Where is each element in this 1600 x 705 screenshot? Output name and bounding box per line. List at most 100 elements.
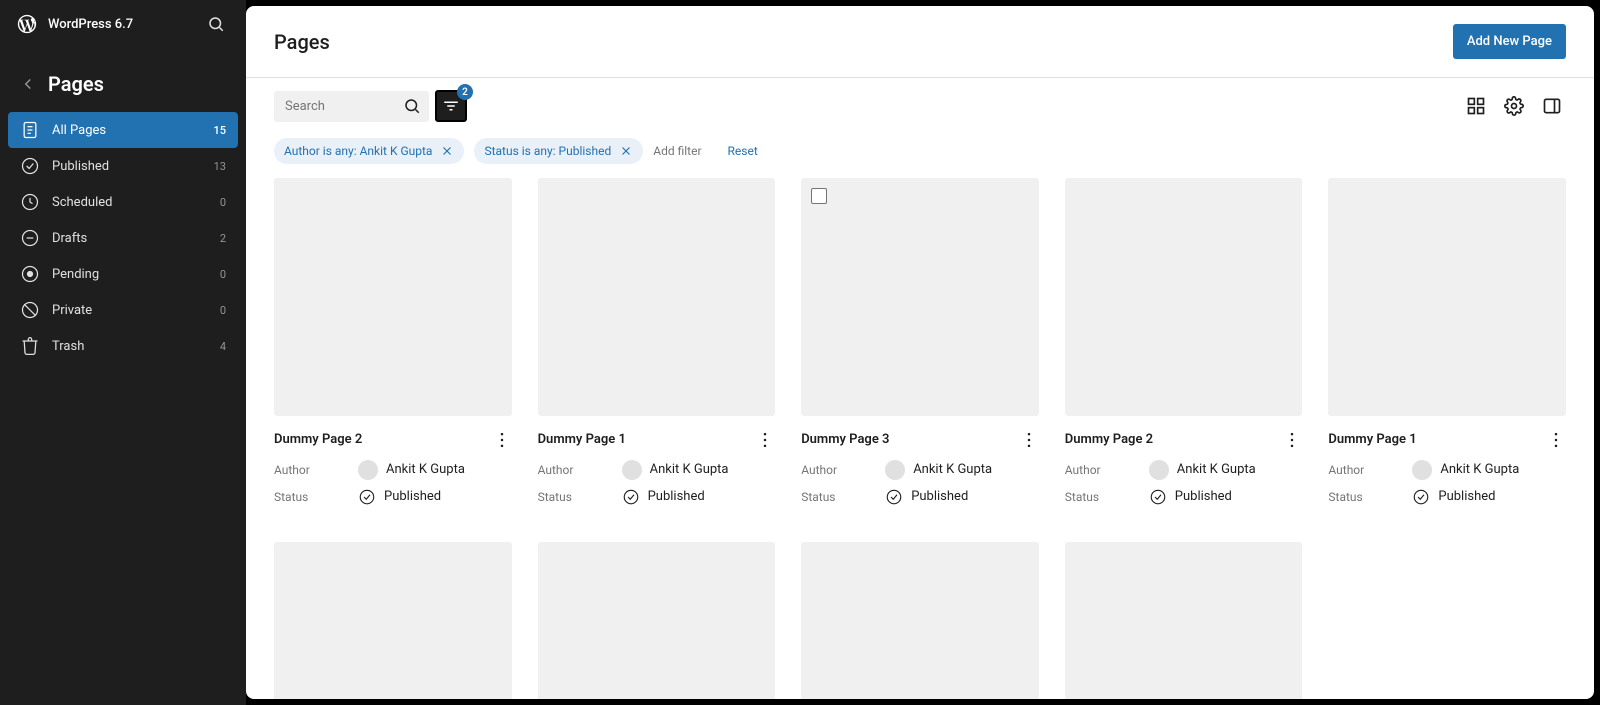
empty-cell [1328, 542, 1566, 699]
status-value: Published [358, 488, 441, 506]
card-meta: Author Ankit K Gupta Status Published [801, 460, 1039, 506]
author-label: Author [801, 463, 881, 477]
author-label: Author [1328, 463, 1408, 477]
page-card[interactable]: Dummy Page 1 Author Ankit K Gupta Status… [1328, 178, 1566, 506]
card-thumbnail[interactable] [1328, 178, 1566, 416]
add-new-page-button[interactable]: Add New Page [1453, 24, 1566, 59]
status-row: Status Published [801, 488, 1039, 506]
sidebar-item-count: 2 [220, 232, 226, 245]
card-title[interactable]: Dummy Page 2 [1065, 432, 1153, 447]
card-title-row: Dummy Page 3 [801, 430, 1039, 450]
card-checkbox[interactable] [811, 188, 827, 204]
card-title-row: Dummy Page 2 [274, 430, 512, 450]
card-meta: Author Ankit K Gupta Status Published [1065, 460, 1303, 506]
page-card[interactable] [801, 542, 1039, 699]
check-circle-icon [358, 488, 376, 506]
card-title[interactable]: Dummy Page 2 [274, 432, 362, 447]
page-card[interactable] [274, 542, 512, 699]
search-icon [403, 97, 421, 115]
page-card[interactable]: Dummy Page 1 Author Ankit K Gupta Status… [538, 178, 776, 506]
status-text: Published [1438, 489, 1495, 504]
author-value: Ankit K Gupta [1149, 460, 1256, 480]
status-row: Status Published [1065, 488, 1303, 506]
filter-count-badge: 2 [457, 84, 473, 100]
sidebar-item-count: 4 [220, 340, 226, 353]
settings-button[interactable] [1500, 92, 1528, 120]
close-icon[interactable] [619, 144, 633, 158]
author-label: Author [538, 463, 618, 477]
author-value: Ankit K Gupta [358, 460, 465, 480]
chevron-left-icon [19, 75, 37, 93]
sidebar-item-private[interactable]: Private 0 [8, 292, 238, 328]
avatar [885, 460, 905, 480]
detail-panel-button[interactable] [1538, 92, 1566, 120]
grid-view-button[interactable] [1462, 92, 1490, 120]
private-icon [20, 300, 40, 320]
more-options-button[interactable] [492, 430, 512, 450]
sidebar-item-label: All Pages [52, 123, 106, 138]
author-row: Author Ankit K Gupta [274, 460, 512, 480]
sidebar-item-drafts[interactable]: Drafts 2 [8, 220, 238, 256]
author-name: Ankit K Gupta [1177, 462, 1256, 477]
card-title-row: Dummy Page 1 [1328, 430, 1566, 450]
card-thumbnail[interactable] [801, 542, 1039, 699]
card-thumbnail[interactable] [538, 178, 776, 416]
more-options-button[interactable] [755, 430, 775, 450]
sidebar-item-pending[interactable]: Pending 0 [8, 256, 238, 292]
close-icon[interactable] [440, 144, 454, 158]
more-options-button[interactable] [1282, 430, 1302, 450]
card-title[interactable]: Dummy Page 3 [801, 432, 889, 447]
card-thumbnail[interactable] [1065, 542, 1303, 699]
sidebar-item-label: Drafts [52, 231, 87, 246]
sidebar: WordPress 6.7 Pages All Pages 15 Publish… [0, 0, 246, 705]
sidebar-item-scheduled[interactable]: Scheduled 0 [8, 184, 238, 220]
sidebar-header: WordPress 6.7 [0, 0, 246, 48]
more-options-button[interactable] [1019, 430, 1039, 450]
sidebar-item-label: Private [52, 303, 92, 318]
status-value: Published [1412, 488, 1495, 506]
status-label: Status [801, 490, 881, 504]
author-filter-chip[interactable]: Author is any: Ankit K Gupta [274, 138, 464, 164]
filter-button[interactable]: 2 [435, 90, 467, 122]
card-title[interactable]: Dummy Page 1 [538, 432, 626, 447]
card-thumbnail[interactable] [1065, 178, 1303, 416]
add-filter-button[interactable]: Add filter [653, 144, 701, 158]
sidebar-item-label: Scheduled [52, 195, 112, 210]
page-card[interactable]: Dummy Page 3 Author Ankit K Gupta Status… [801, 178, 1039, 506]
card-thumbnail[interactable] [538, 542, 776, 699]
sidebar-item-all-pages[interactable]: All Pages 15 [8, 112, 238, 148]
status-value: Published [1149, 488, 1232, 506]
page-card[interactable] [1065, 542, 1303, 699]
section-title: Pages [48, 72, 104, 96]
sidebar-item-trash[interactable]: Trash 4 [8, 328, 238, 364]
status-filter-chip[interactable]: Status is any: Published [474, 138, 643, 164]
more-options-button[interactable] [1546, 430, 1566, 450]
card-thumbnail[interactable] [801, 178, 1039, 416]
chip-text: Status is any: Published [484, 144, 611, 158]
status-row: Status Published [1328, 488, 1566, 506]
panel-header: Pages Add New Page [246, 6, 1594, 78]
page-card[interactable]: Dummy Page 2 Author Ankit K Gupta Status… [274, 178, 512, 506]
search-icon-button[interactable] [202, 10, 230, 38]
card-meta: Author Ankit K Gupta Status Published [538, 460, 776, 506]
back-button[interactable] [16, 72, 40, 96]
filter-icon [442, 97, 460, 115]
status-label: Status [274, 490, 354, 504]
card-thumbnail[interactable] [274, 542, 512, 699]
sidebar-item-published[interactable]: Published 13 [8, 148, 238, 184]
reset-filters-button[interactable]: Reset [728, 144, 758, 158]
toolbar-right [1462, 92, 1566, 120]
page-card[interactable]: Dummy Page 2 Author Ankit K Gupta Status… [1065, 178, 1303, 506]
status-label: Status [538, 490, 618, 504]
filter-row: Author is any: Ankit K Gupta Status is a… [246, 134, 1594, 178]
page-card[interactable] [538, 542, 776, 699]
sidebar-item-count: 15 [213, 124, 226, 137]
wp-logo[interactable]: WordPress 6.7 [16, 13, 133, 35]
status-value: Published [622, 488, 705, 506]
card-title-row: Dummy Page 2 [1065, 430, 1303, 450]
author-value: Ankit K Gupta [885, 460, 992, 480]
avatar [622, 460, 642, 480]
card-thumbnail[interactable] [274, 178, 512, 416]
card-title[interactable]: Dummy Page 1 [1328, 432, 1416, 447]
draft-icon [20, 228, 40, 248]
